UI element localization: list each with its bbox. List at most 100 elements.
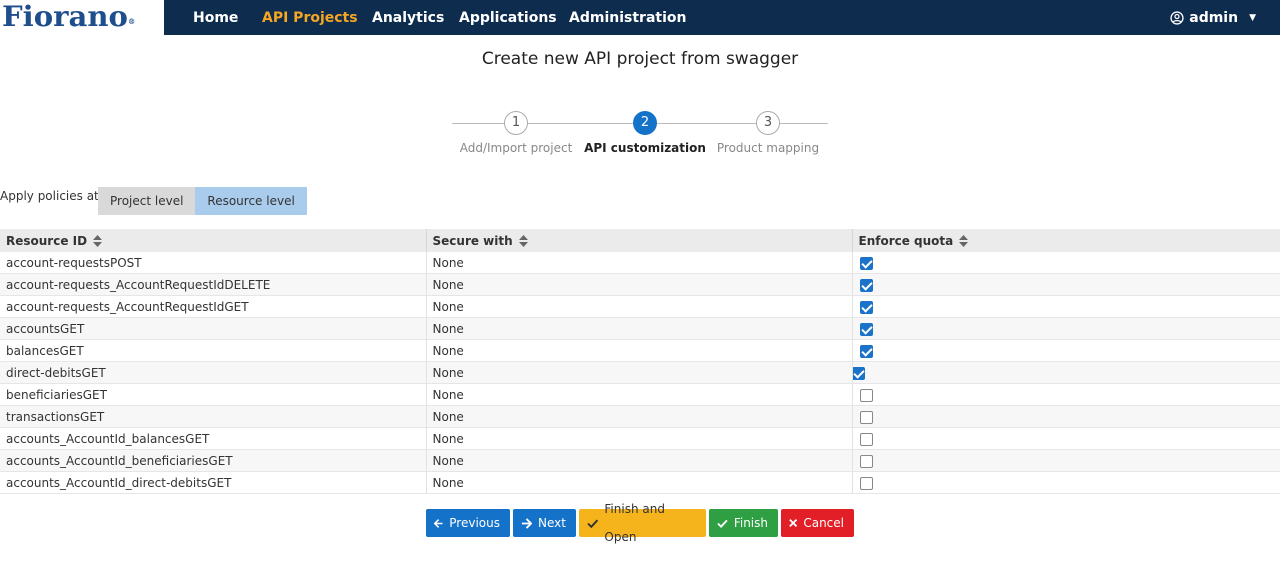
- resource-id-cell: account-requests_AccountRequestIdDELETE: [0, 273, 427, 296]
- arrow-right-icon: [521, 517, 532, 529]
- resource-id-cell: balancesGET: [0, 339, 427, 362]
- next-button[interactable]: Next: [513, 509, 576, 537]
- page-title: Create new API project from swagger: [481, 49, 799, 69]
- column-header-enforce-quota[interactable]: Enforce quota: [852, 229, 1280, 252]
- logo-registered-mark: ®: [127, 17, 136, 26]
- table-row: direct-debitsGET None: [0, 361, 1280, 384]
- enforce-quota-cell: [852, 361, 1280, 384]
- secure-with-cell[interactable]: None: [426, 471, 853, 494]
- enforce-quota-cell: [852, 471, 1280, 494]
- secure-with-cell[interactable]: None: [426, 339, 853, 362]
- project-level-button[interactable]: Project level: [98, 187, 196, 215]
- secure-with-cell[interactable]: None: [426, 405, 853, 428]
- enforce-quota-cell: [852, 317, 1280, 340]
- nav-administration[interactable]: Administration: [569, 0, 686, 35]
- table-row: balancesGET None: [0, 339, 1280, 362]
- nav-api-projects[interactable]: API Projects: [262, 0, 358, 35]
- enforce-quota-checkbox[interactable]: [859, 410, 873, 424]
- enforce-quota-checkbox[interactable]: [859, 344, 873, 358]
- enforce-quota-checkbox[interactable]: [852, 366, 865, 380]
- nav-applications[interactable]: Applications: [459, 0, 557, 35]
- close-icon: [789, 519, 798, 527]
- table-row: accounts_AccountId_direct-debitsGET None: [0, 471, 1280, 494]
- resource-id-cell: transactionsGET: [0, 405, 427, 428]
- enforce-quota-checkbox[interactable]: [859, 476, 873, 490]
- secure-with-cell[interactable]: None: [426, 317, 853, 340]
- wizard-actions: Previous Next Finish and Open Finish Can…: [426, 502, 854, 544]
- table-row: account-requests_AccountRequestIdDELETE …: [0, 273, 1280, 296]
- step-connector: [452, 123, 504, 124]
- step-1-label: Add/Import project: [459, 141, 573, 155]
- table-row: transactionsGET None: [0, 405, 1280, 428]
- table-row: accountsGET None: [0, 317, 1280, 340]
- sort-icon: [959, 235, 969, 247]
- user-name: admin: [1189, 9, 1239, 26]
- secure-with-cell[interactable]: None: [426, 252, 853, 274]
- secure-with-cell[interactable]: None: [426, 295, 853, 318]
- sort-icon: [518, 235, 528, 247]
- step-connector: [780, 123, 828, 124]
- finish-button[interactable]: Finish: [709, 509, 778, 537]
- step-3-circle[interactable]: 3: [756, 111, 780, 135]
- user-circle-icon: [1170, 10, 1184, 25]
- secure-with-cell[interactable]: None: [426, 449, 853, 472]
- step-1-circle[interactable]: 1: [504, 111, 528, 135]
- table-header-row: Resource ID Secure with Enforce quota: [0, 229, 1280, 252]
- table-row: accounts_AccountId_beneficiariesGET None: [0, 449, 1280, 472]
- enforce-quota-cell: [852, 295, 1280, 318]
- step-connector: [528, 123, 633, 124]
- resource-level-button[interactable]: Resource level: [195, 187, 307, 215]
- table-row: account-requests_AccountRequestIdGET Non…: [0, 295, 1280, 318]
- table-row: beneficiariesGET None: [0, 383, 1280, 406]
- sort-icon: [93, 235, 103, 247]
- table-row: accounts_AccountId_balancesGET None: [0, 427, 1280, 450]
- enforce-quota-checkbox[interactable]: [859, 432, 873, 446]
- logo-text: Fiorano: [2, 0, 128, 33]
- wizard-stepper: 1 2 3 Add/Import project API customizati…: [452, 110, 828, 160]
- arrow-left-icon: [434, 518, 443, 528]
- chevron-down-icon: ▼: [1249, 12, 1256, 23]
- nav-analytics[interactable]: Analytics: [372, 0, 444, 35]
- enforce-quota-cell: [852, 252, 1280, 274]
- enforce-quota-checkbox[interactable]: [859, 388, 873, 402]
- step-2-circle[interactable]: 2: [633, 111, 657, 135]
- resource-id-cell: account-requestsPOST: [0, 252, 427, 274]
- resource-id-cell: accounts_AccountId_balancesGET: [0, 427, 427, 450]
- enforce-quota-cell: [852, 405, 1280, 428]
- step-connector: [657, 123, 756, 124]
- check-icon: [717, 519, 728, 528]
- policy-level-toggle: Project level Resource level: [98, 187, 307, 215]
- enforce-quota-checkbox[interactable]: [859, 278, 873, 292]
- step-2-label: API customization: [584, 141, 706, 155]
- enforce-quota-cell: [852, 427, 1280, 450]
- resource-id-cell: direct-debitsGET: [0, 361, 427, 384]
- enforce-quota-cell: [852, 449, 1280, 472]
- finish-and-open-button[interactable]: Finish and Open: [579, 502, 706, 544]
- enforce-quota-checkbox[interactable]: [859, 256, 873, 270]
- cancel-button[interactable]: Cancel: [781, 509, 854, 537]
- enforce-quota-checkbox[interactable]: [859, 322, 873, 336]
- resource-id-cell: account-requests_AccountRequestIdGET: [0, 295, 427, 318]
- resource-id-cell: accounts_AccountId_direct-debitsGET: [0, 471, 427, 494]
- table-row: account-requestsPOST None: [0, 252, 1280, 274]
- column-header-secure-with[interactable]: Secure with: [426, 229, 853, 252]
- enforce-quota-checkbox[interactable]: [859, 454, 873, 468]
- resource-id-cell: accounts_AccountId_beneficiariesGET: [0, 449, 427, 472]
- resource-id-cell: beneficiariesGET: [0, 383, 427, 406]
- brand-logo[interactable]: Fiorano®: [0, 0, 164, 35]
- enforce-quota-cell: [852, 383, 1280, 406]
- secure-with-cell[interactable]: None: [426, 427, 853, 450]
- enforce-quota-cell: [852, 339, 1280, 362]
- user-menu[interactable]: admin ▼: [1170, 0, 1256, 35]
- enforce-quota-checkbox[interactable]: [859, 300, 873, 314]
- secure-with-cell[interactable]: None: [426, 361, 853, 384]
- check-icon: [587, 519, 599, 528]
- nav-home[interactable]: Home: [193, 0, 238, 35]
- resource-table: Resource ID Secure with Enforce quota ac…: [0, 229, 1280, 494]
- column-header-resource-id[interactable]: Resource ID: [0, 229, 427, 252]
- step-3-label: Product mapping: [716, 141, 820, 155]
- previous-button[interactable]: Previous: [426, 509, 510, 537]
- secure-with-cell[interactable]: None: [426, 273, 853, 296]
- top-navbar: Fiorano® Home API Projects Analytics App…: [0, 0, 1280, 35]
- secure-with-cell[interactable]: None: [426, 383, 853, 406]
